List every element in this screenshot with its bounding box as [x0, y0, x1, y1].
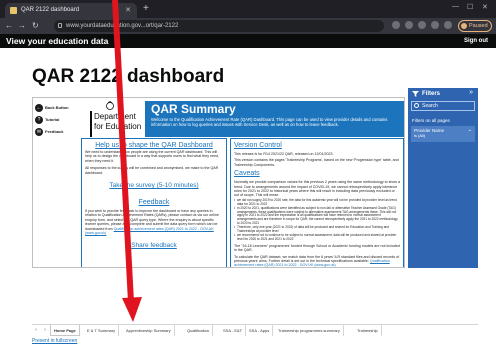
version-paragraph-4: The "16-18 Learners" programmes' funded … [234, 243, 400, 253]
back-icon[interactable]: ← [5, 20, 13, 32]
close-tab-icon[interactable]: ✕ [125, 3, 131, 18]
url-text: www.yourdataeducation.gov...ort/qar-2122 [66, 23, 179, 29]
puzzle-icon[interactable] [431, 21, 439, 29]
maximize-icon[interactable]: ☐ [467, 3, 473, 11]
browser-tab-bar: QAR 2122 dashboard ✕ + — ☐ ✕ [0, 0, 496, 18]
bookmark-icon[interactable] [418, 21, 426, 29]
share-feedback-link[interactable]: Share feedback [85, 242, 223, 250]
filter-search-input[interactable]: Search [411, 101, 475, 111]
profile-button[interactable]: Paused [458, 20, 492, 32]
forward-icon[interactable]: → [18, 20, 26, 32]
report-canvas: ← Back Button ? Tutorial ✉ Feedback Depa… [32, 97, 405, 268]
collapse-filters-icon[interactable]: » [469, 89, 473, 97]
version-title: Version Control [234, 142, 282, 149]
list-item: in 2020 to 2021, qualifications were ide… [234, 206, 400, 227]
site-title[interactable]: View your education data [6, 35, 108, 47]
help-title: Help us to shape the QAR Dashboard [95, 142, 213, 149]
help-paragraph-2: All responses to the survey will be comb… [85, 166, 219, 175]
feedback-title: Feedback [138, 199, 170, 207]
tab-traineeship-programmes-summary[interactable]: Traineeship programmes summary [275, 325, 344, 336]
tab-et-summary[interactable]: E & T Summary [84, 325, 120, 336]
url-bar[interactable]: www.yourdataeducation.gov...ort/qar-2122 [54, 20, 384, 32]
avatar [461, 23, 467, 29]
filter-card-value: is (All) [414, 133, 426, 138]
tab-ssa-apps[interactable]: SSA - Apps [246, 325, 274, 336]
sign-out-link[interactable]: Sign out [464, 35, 488, 47]
report-page-tabs: ‹ › Home Page E & T Summary Apprenticesh… [32, 324, 478, 336]
help-paragraph-1: We need to understand how people are usi… [85, 150, 220, 163]
caveats-title: Caveats [234, 170, 260, 178]
version-paragraph-2: This version contains the pages 'Trainee… [234, 158, 399, 167]
summary-banner: QAR Summary Welcome to the Qualification… [145, 101, 404, 137]
help-panel: Help us to shape the QAR Dashboard We ne… [81, 138, 227, 267]
favicon-icon [10, 7, 17, 14]
previous-page-icon[interactable]: ‹ [32, 325, 40, 336]
royal-crest-icon [106, 101, 114, 110]
survey-link[interactable]: Take the survey (5-10 minutes) [85, 182, 223, 190]
caveats-paragraph: Normally we provide comparison values fo… [234, 180, 400, 198]
filters-section-label: Filters on all pages [412, 118, 450, 123]
version-panel: Version Control This release is for R14 … [230, 138, 404, 267]
help-icon: ? [35, 116, 43, 124]
tab-traineeship[interactable]: Traineeship [354, 325, 382, 336]
reload-icon[interactable]: ↻ [32, 20, 39, 32]
feedback-icon: ✉ [35, 128, 43, 136]
extension-icon[interactable] [392, 21, 400, 29]
browser-tab[interactable]: QAR 2122 dashboard ✕ [5, 3, 137, 18]
browser-tab-title: QAR 2122 dashboard [21, 7, 80, 13]
site-header: View your education data Sign out [0, 34, 496, 48]
dept-name-line2: for Education [94, 122, 142, 131]
list-item: we recommend not to continue to be subje… [234, 233, 400, 242]
sidepanel-icon[interactable] [444, 21, 452, 29]
banner-title: QAR Summary [151, 102, 236, 116]
dept-name-line1: Department [94, 112, 136, 121]
back-arrow-icon: ← [35, 104, 43, 112]
address-toolbar: ← → ↻ www.yourdataeducation.gov...ort/qa… [0, 18, 496, 34]
tab-qualification[interactable]: Qualification [184, 325, 214, 336]
banner-text: Welcome to the Qualification Achievement… [151, 117, 388, 127]
new-tab-button[interactable]: + [143, 2, 149, 16]
tab-apprenticeship-summary[interactable]: Apprenticeship Summary [123, 325, 175, 336]
lock-icon [58, 23, 62, 28]
provider-filter-card[interactable]: Provider Name is (All) ⌄ [411, 126, 475, 142]
filters-title: Filters [422, 91, 441, 97]
filters-pane: Filters » Search Filters on all pages Pr… [408, 88, 478, 268]
tab-ssa-et[interactable]: SSA - E&T [220, 325, 247, 336]
page-title: QAR 2122 dashboard [32, 66, 225, 87]
minimize-icon[interactable]: — [452, 3, 459, 10]
caveats-list: we did not supply 2019 to 2020 rate, the… [234, 198, 400, 242]
present-fullscreen-link[interactable]: Present in fullscreen [32, 338, 77, 345]
profile-label: Paused [469, 23, 488, 29]
share-icon[interactable] [405, 21, 413, 29]
chevron-down-icon[interactable]: ⌄ [468, 128, 472, 133]
dfe-logo: Department for Education [90, 101, 141, 139]
filter-icon [412, 91, 419, 97]
close-window-icon[interactable]: ✕ [482, 3, 488, 11]
version-paragraph-1: This release is for R14 2021/22 QAR, rel… [234, 152, 334, 156]
next-page-icon[interactable]: › [41, 325, 49, 336]
search-icon [414, 103, 419, 108]
tab-home-page[interactable]: Home Page [50, 325, 80, 336]
